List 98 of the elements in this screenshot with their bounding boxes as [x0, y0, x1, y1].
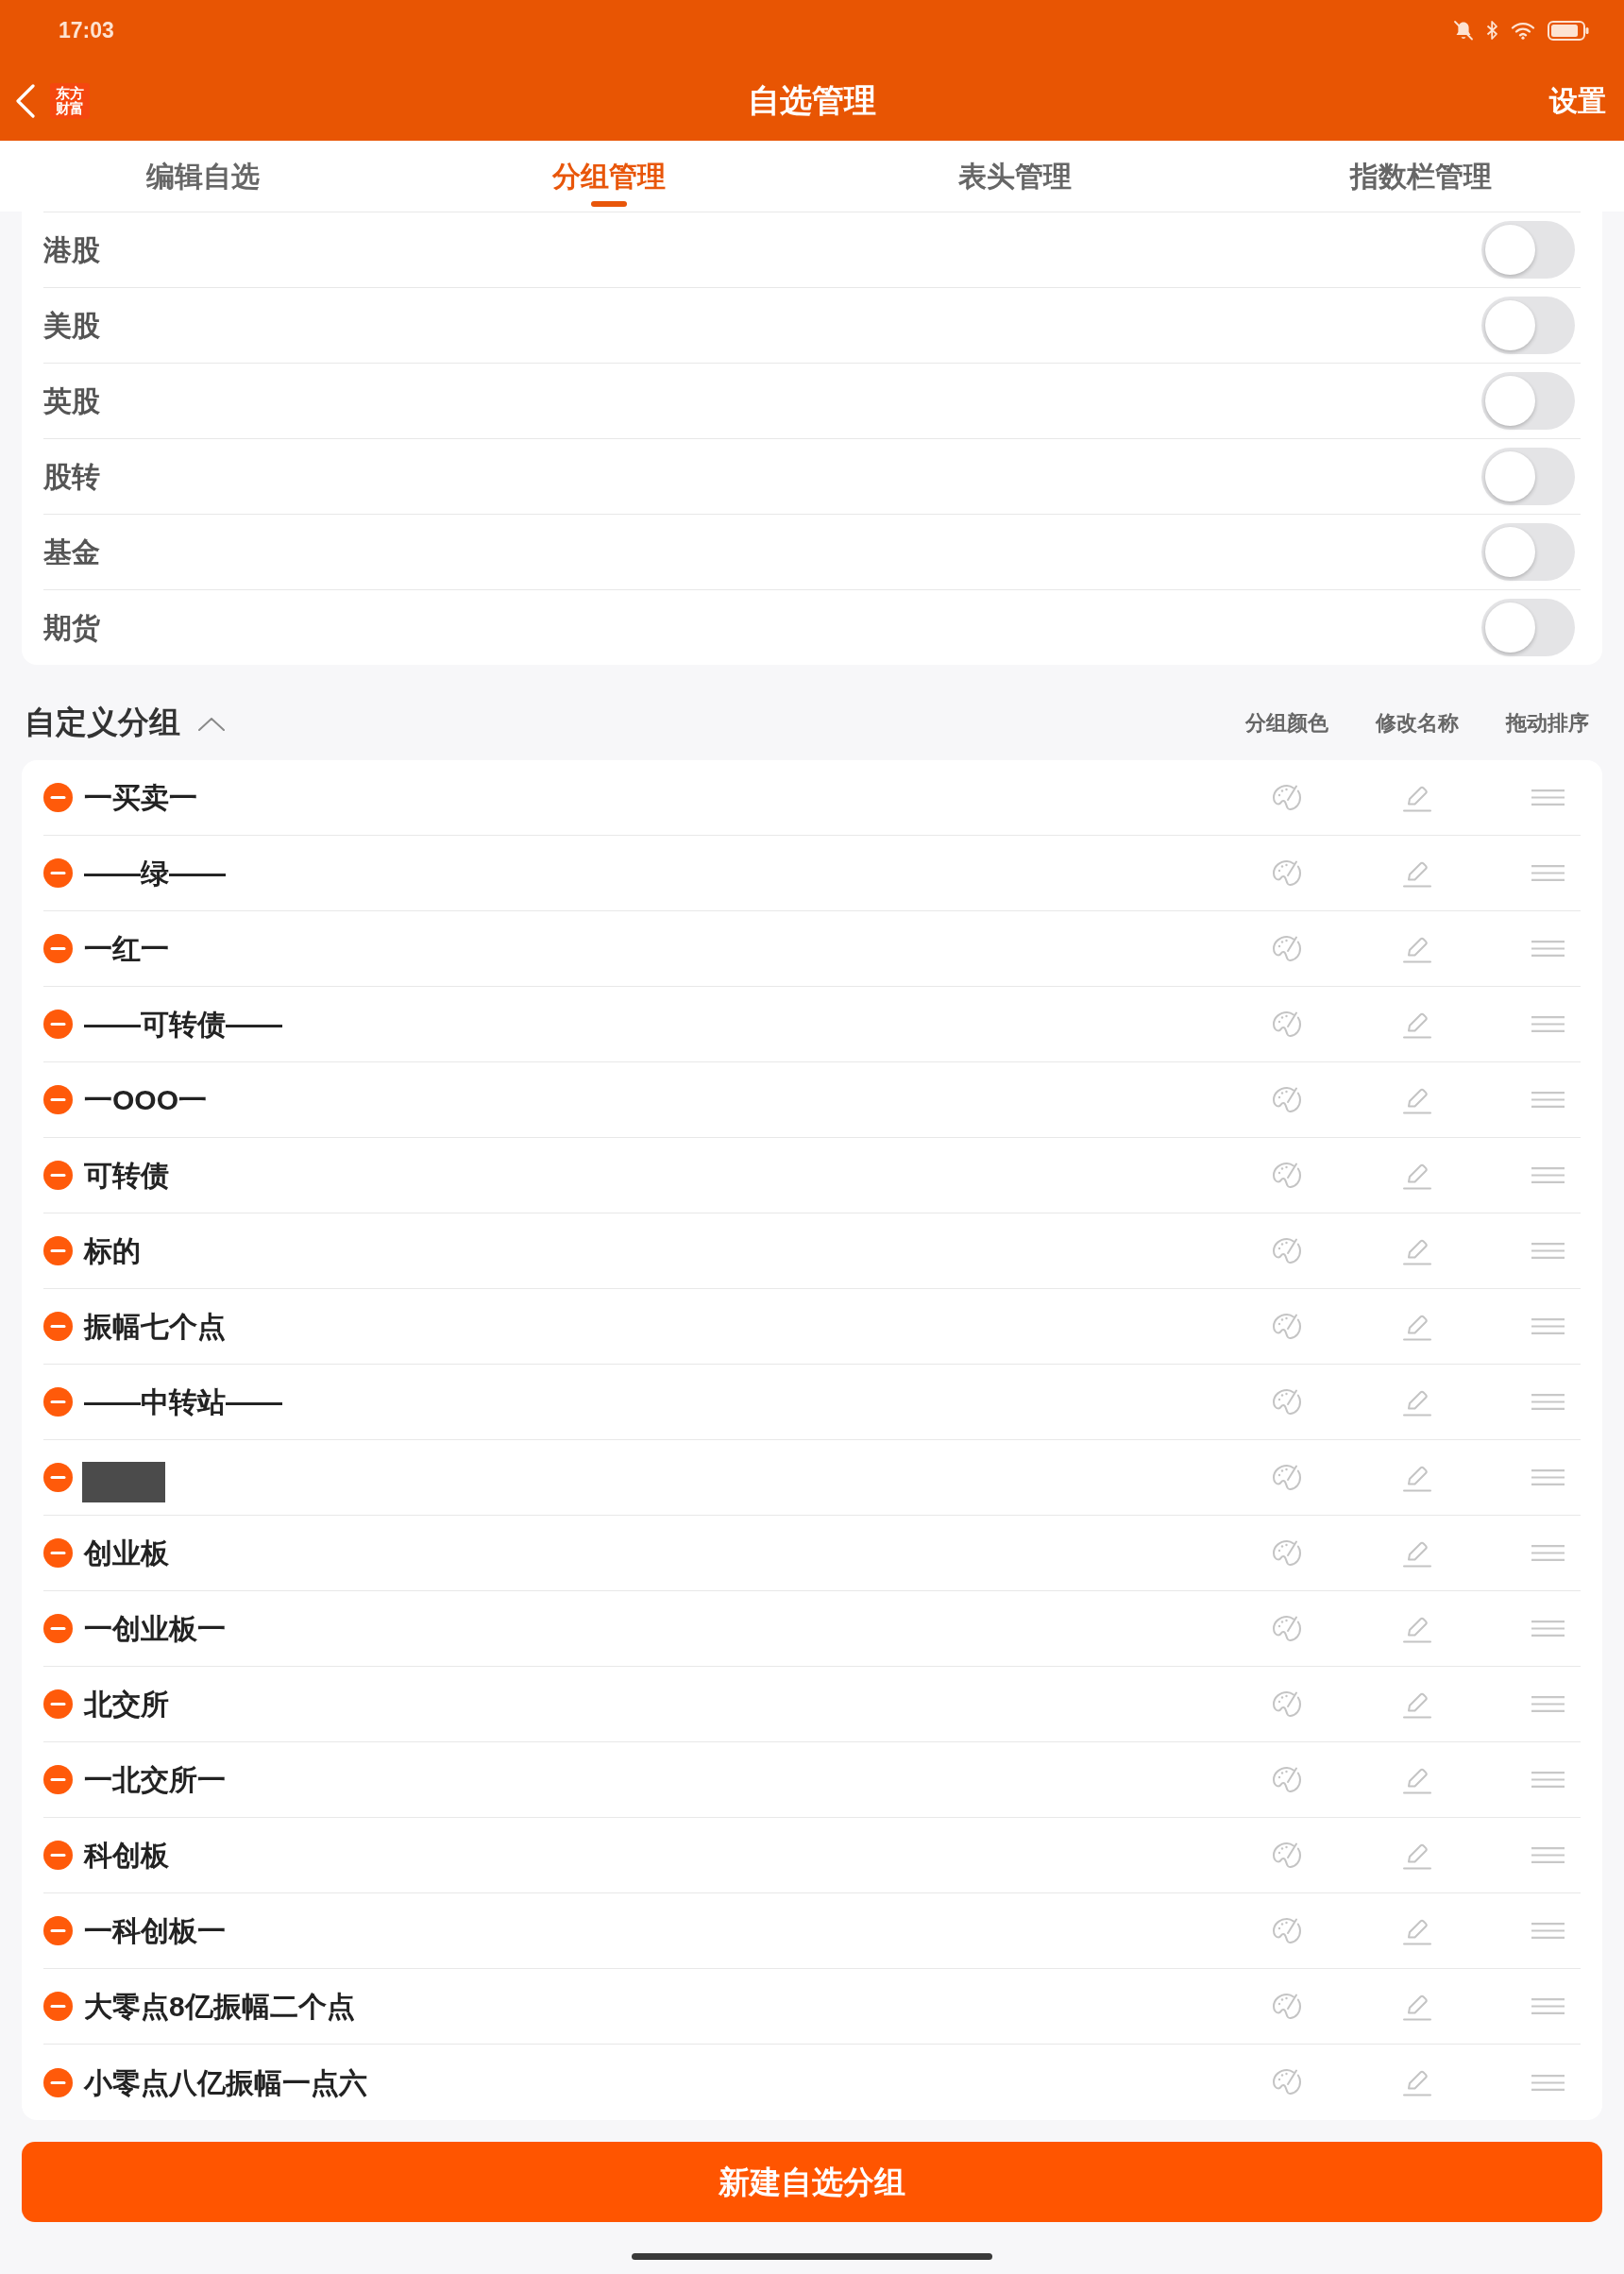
minus-circle-icon[interactable] [43, 934, 73, 963]
minus-circle-icon[interactable] [43, 858, 73, 888]
group-name: 一OOO一 [84, 1083, 207, 1117]
group-name: 振幅七个点 [84, 1310, 226, 1344]
group-name: 一买卖一 [84, 781, 197, 815]
group-name: 一科创板一 [84, 1914, 226, 1948]
group-name: ——中转站—— [84, 1385, 282, 1419]
minus-circle-icon[interactable] [43, 1765, 73, 1794]
selected-tab-indicator [591, 201, 627, 207]
palette-icon[interactable] [1271, 783, 1303, 812]
palette-icon[interactable] [1271, 858, 1303, 888]
bluetooth-icon [1486, 20, 1498, 41]
palette-icon[interactable] [1271, 2068, 1303, 2096]
palette-icon[interactable] [1271, 1387, 1303, 1417]
group-name: ——绿—— [84, 857, 226, 891]
group-name: 小零点八亿振幅一点六 [84, 2065, 367, 2100]
palette-icon[interactable] [1271, 1463, 1303, 1492]
section-title: 自定义分组 [25, 704, 180, 742]
group-name: 北交所 [84, 1688, 169, 1722]
chevron-up-icon[interactable] [198, 718, 225, 731]
palette-icon[interactable] [1271, 1689, 1303, 1719]
group-name: ——可转债—— [84, 1008, 282, 1042]
drag-handle-icon[interactable] [1531, 2074, 1565, 2091]
minus-circle-icon[interactable] [43, 1010, 73, 1039]
drag-handle-icon[interactable] [1531, 865, 1565, 881]
minus-circle-icon[interactable] [43, 2067, 73, 2097]
column-header: 修改名称 [1376, 709, 1459, 737]
palette-icon[interactable] [1271, 1841, 1303, 1870]
minus-circle-icon[interactable] [43, 1916, 73, 1945]
minus-circle-icon[interactable] [43, 1614, 73, 1643]
drag-handle-icon[interactable] [1531, 1469, 1565, 1485]
minus-circle-icon[interactable] [43, 1841, 73, 1870]
pencil-icon[interactable] [1403, 2068, 1431, 2096]
drag-handle-icon[interactable] [1531, 1167, 1565, 1183]
palette-icon[interactable] [1271, 1765, 1303, 1794]
bell-off-icon [1453, 20, 1474, 41]
column-header: 拖动排序 [1506, 709, 1589, 737]
status-time: 17:03 [59, 19, 114, 42]
minus-circle-icon[interactable] [43, 1689, 73, 1719]
drag-handle-icon[interactable] [1531, 1545, 1565, 1561]
market-label: 港股 [43, 233, 100, 267]
tab[interactable]: 指数栏管理 [1218, 141, 1624, 212]
battery-icon [1548, 20, 1589, 41]
palette-icon[interactable] [1271, 1992, 1303, 2021]
minus-circle-icon[interactable] [43, 1538, 73, 1568]
market-label: 英股 [43, 384, 100, 418]
drag-handle-icon[interactable] [1531, 1243, 1565, 1259]
drag-handle-icon[interactable] [1531, 1998, 1565, 2014]
palette-icon[interactable] [1271, 1312, 1303, 1341]
group-name: 科创板 [84, 1839, 169, 1873]
palette-icon[interactable] [1271, 1538, 1303, 1568]
palette-icon[interactable] [1271, 1085, 1303, 1114]
new-group-button[interactable]: 新建自选分组 [22, 2142, 1602, 2222]
minus-circle-icon[interactable] [43, 1236, 73, 1265]
wifi-icon [1511, 21, 1535, 40]
drag-handle-icon[interactable] [1531, 941, 1565, 957]
minus-circle-icon[interactable] [43, 1085, 73, 1114]
drag-handle-icon[interactable] [1531, 1394, 1565, 1410]
market-label: 股转 [43, 460, 100, 494]
palette-icon[interactable] [1271, 1236, 1303, 1265]
group-name: 一创业板一 [84, 1612, 226, 1646]
minus-circle-icon[interactable] [43, 783, 73, 812]
tab[interactable]: 分组管理 [406, 141, 812, 212]
column-header: 分组颜色 [1245, 709, 1328, 737]
drag-handle-icon[interactable] [1531, 1318, 1565, 1334]
palette-icon[interactable] [1271, 1916, 1303, 1945]
minus-circle-icon[interactable] [43, 1387, 73, 1417]
group-name: 大零点8亿振幅二个点 [84, 1990, 355, 2024]
page-title: 自选管理 [748, 81, 876, 120]
group-name: 标的 [84, 1234, 141, 1268]
drag-handle-icon[interactable] [1531, 1016, 1565, 1032]
drag-handle-icon[interactable] [1531, 1923, 1565, 1939]
market-label: 美股 [43, 309, 100, 343]
minus-circle-icon[interactable] [43, 1312, 73, 1341]
group-name: 一红一 [84, 932, 169, 966]
drag-handle-icon[interactable] [1531, 789, 1565, 806]
palette-icon[interactable] [1271, 1161, 1303, 1190]
group-name: 创业板 [84, 1536, 169, 1570]
palette-icon[interactable] [1271, 1614, 1303, 1643]
drag-handle-icon[interactable] [1531, 1092, 1565, 1108]
drag-handle-icon[interactable] [1531, 1696, 1565, 1712]
tab[interactable]: 表头管理 [812, 141, 1218, 212]
market-label: 期货 [43, 611, 100, 645]
drag-handle-icon[interactable] [1531, 1621, 1565, 1637]
minus-circle-icon[interactable] [43, 1161, 73, 1190]
minus-circle-icon[interactable] [43, 1463, 73, 1492]
palette-icon[interactable] [1271, 1010, 1303, 1039]
settings-button[interactable]: 设置 [1549, 79, 1606, 122]
palette-icon[interactable] [1271, 934, 1303, 963]
market-label: 基金 [43, 535, 100, 569]
back-icon[interactable] [15, 83, 36, 118]
group-name: 一北交所一 [84, 1763, 226, 1797]
app-logo: 东方财富 [50, 82, 90, 119]
minus-circle-icon[interactable] [43, 1992, 73, 2021]
tab[interactable]: 编辑自选 [0, 141, 406, 212]
drag-handle-icon[interactable] [1531, 1847, 1565, 1863]
group-name: 可转债 [84, 1159, 169, 1193]
drag-handle-icon[interactable] [1531, 1772, 1565, 1788]
